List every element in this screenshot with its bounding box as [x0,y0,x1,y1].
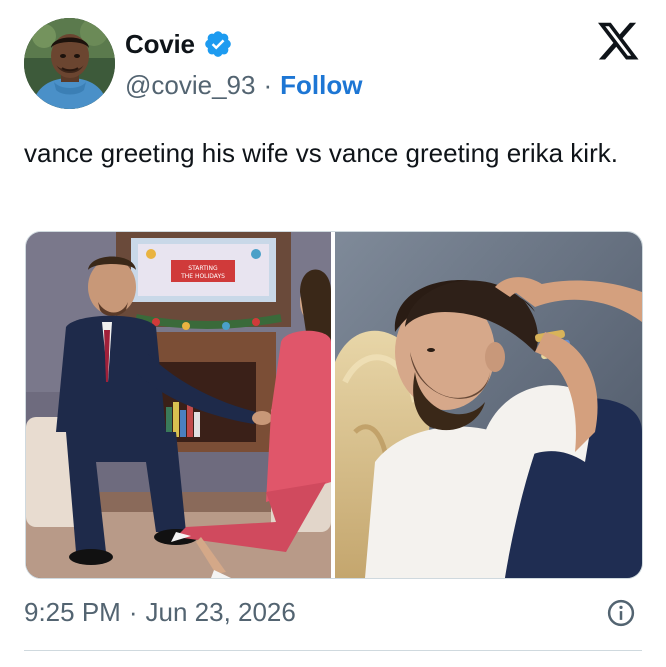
separator-dot: · [263,69,273,100]
x-logo-icon[interactable] [598,22,640,62]
author-handle-row: @covie_93 · Follow [125,69,362,101]
author-handle[interactable]: @covie_93 [125,70,255,101]
sign-text-line1: STARTING [188,265,218,272]
media-photo-right[interactable] [335,232,642,578]
info-icon[interactable] [606,598,636,628]
avatar[interactable] [24,18,115,109]
tweet-timestamp[interactable]: 9:25 PM · Jun 23, 2026 [24,597,296,628]
avatar-image [24,18,115,109]
author-name-row: Covie [125,28,233,60]
follow-button[interactable]: Follow [280,70,362,101]
timestamp-date: Jun 23, 2026 [145,597,296,627]
author-display-name[interactable]: Covie [125,29,195,60]
tweet-card: Covie @covie_93 · Follow vance greeting … [0,0,666,667]
verified-badge-icon [203,29,233,59]
tweet-media[interactable]: STARTING THE HOLIDAYS [25,231,643,579]
sign-text-line2: THE HOLIDAYS [180,273,225,280]
timestamp-time: 9:25 PM [24,597,121,627]
media-photo-left[interactable]: STARTING THE HOLIDAYS [26,232,331,578]
tweet-text: vance greeting his wife vs vance greetin… [24,138,618,168]
divider [24,650,642,651]
separator-dot: · [128,597,138,627]
